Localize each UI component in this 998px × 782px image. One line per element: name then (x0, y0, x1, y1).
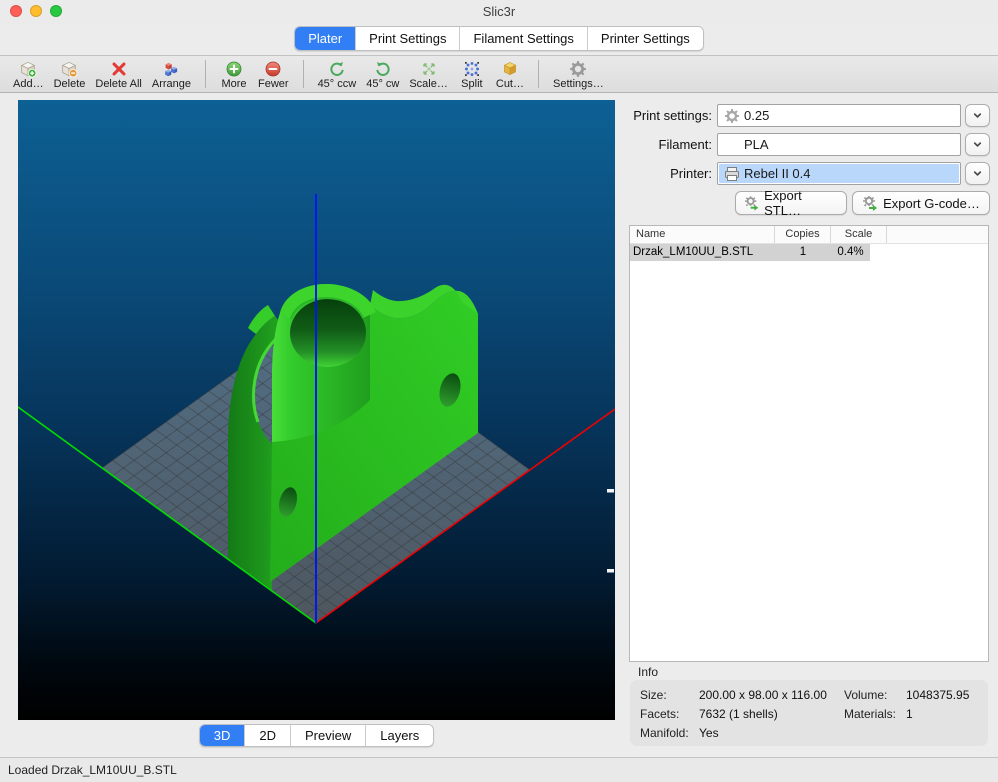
object-scale: 0.4% (831, 244, 870, 261)
split-dots-icon (463, 60, 481, 78)
model-bore (290, 299, 366, 367)
volume-label: Volume: (844, 688, 887, 702)
export-gcode-button[interactable]: Export G-code… (852, 191, 990, 215)
delete-button[interactable]: Delete (49, 56, 91, 92)
print-settings-label: Print settings: (620, 104, 712, 128)
titlebar: Slic3r (0, 0, 998, 24)
printer-dropdown-button[interactable] (965, 162, 990, 185)
facets-value: 7632 (1 shells) (699, 707, 778, 721)
export-gear-icon (862, 195, 878, 211)
object-row[interactable]: Drzak_LM10UU_B.STL 1 0.4% (630, 244, 870, 261)
materials-value: 1 (906, 707, 913, 721)
chevron-down-icon (971, 138, 984, 151)
tab-layers[interactable]: Layers (365, 725, 433, 746)
object-list-header: Name Copies Scale (630, 226, 988, 244)
volume-value: 1048375.95 (906, 688, 969, 702)
gear-icon (569, 60, 587, 78)
filament-dropdown-button[interactable] (965, 133, 990, 156)
fewer-button[interactable]: Fewer (253, 56, 294, 92)
rotate-cw-button[interactable]: 45° cw (361, 56, 404, 92)
toolbar: Add… Delete Delete All Arrange (0, 55, 998, 93)
info-box: Size: 200.00 x 98.00 x 116.00 Volume: 10… (630, 680, 988, 746)
size-label: Size: (640, 688, 667, 702)
print-settings-dropdown-button[interactable] (965, 104, 990, 127)
rotate-ccw-button[interactable]: 45° ccw (313, 56, 362, 92)
manifold-label: Manifold: (640, 726, 689, 740)
gear-icon (724, 108, 740, 124)
manifold-value: Yes (699, 726, 719, 740)
tab-filament-settings[interactable]: Filament Settings (459, 27, 586, 50)
facets-label: Facets: (640, 707, 679, 721)
split-button[interactable]: Split (453, 56, 491, 92)
side-panel: Print settings: 0.25 Filament: PLA Print… (620, 100, 998, 750)
tab-2d[interactable]: 2D (244, 725, 290, 746)
column-header-copies[interactable]: Copies (775, 226, 831, 243)
status-bar: Loaded Drzak_LM10UU_B.STL (0, 757, 998, 782)
column-header-name[interactable]: Name (630, 226, 775, 243)
filament-label: Filament: (620, 133, 712, 157)
filament-value: PLA (744, 137, 769, 152)
object-name: Drzak_LM10UU_B.STL (630, 244, 775, 261)
edge-mark-bottom (607, 569, 614, 573)
tab-plater[interactable]: Plater (295, 27, 355, 50)
tab-3d[interactable]: 3D (200, 725, 245, 746)
cut-cube-icon (501, 60, 519, 78)
chevron-down-icon (971, 167, 984, 180)
minus-circle-icon (264, 60, 282, 78)
object-copies: 1 (775, 244, 831, 261)
export-gear-icon (744, 195, 759, 211)
plus-circle-icon (225, 60, 243, 78)
printer-icon (724, 166, 740, 182)
more-button[interactable]: More (215, 56, 253, 92)
viewport-3d[interactable] (18, 100, 615, 720)
toolbar-separator (205, 60, 206, 88)
add-box-icon (19, 60, 37, 78)
print-settings-combo[interactable]: 0.25 (717, 104, 961, 127)
arrange-cubes-icon (162, 60, 180, 78)
chevron-down-icon (971, 109, 984, 122)
export-stl-button[interactable]: Export STL… (735, 191, 847, 215)
view-mode-bar: 3D 2D Preview Layers (18, 724, 615, 747)
printer-label: Printer: (620, 162, 712, 186)
column-header-scale[interactable]: Scale (831, 226, 887, 243)
size-value: 200.00 x 98.00 x 116.00 (699, 688, 827, 702)
settings-button[interactable]: Settings… (548, 56, 609, 92)
delete-all-button[interactable]: Delete All (90, 56, 146, 92)
cut-button[interactable]: Cut… (491, 56, 529, 92)
scale-arrows-icon (420, 60, 438, 78)
print-settings-value: 0.25 (744, 108, 769, 123)
delete-box-icon (60, 60, 78, 78)
edge-mark-top (607, 489, 614, 493)
window-title: Slic3r (0, 4, 998, 19)
printer-value: Rebel II 0.4 (744, 166, 811, 181)
scale-button[interactable]: Scale… (404, 56, 453, 92)
add-button[interactable]: Add… (8, 56, 49, 92)
main-tab-bar: Plater Print Settings Filament Settings … (0, 26, 998, 51)
rotate-ccw-icon (328, 60, 346, 78)
status-text: Loaded Drzak_LM10UU_B.STL (8, 763, 177, 777)
object-list: Name Copies Scale Drzak_LM10UU_B.STL 1 0… (629, 225, 989, 662)
red-x-icon (110, 60, 128, 78)
toolbar-separator (538, 60, 539, 88)
tab-preview[interactable]: Preview (290, 725, 365, 746)
tab-printer-settings[interactable]: Printer Settings (587, 27, 703, 50)
arrange-button[interactable]: Arrange (147, 56, 196, 92)
materials-label: Materials: (844, 707, 896, 721)
tab-print-settings[interactable]: Print Settings (355, 27, 459, 50)
rotate-cw-icon (374, 60, 392, 78)
toolbar-separator (303, 60, 304, 88)
filament-combo[interactable]: PLA (717, 133, 961, 156)
printer-combo[interactable]: Rebel II 0.4 (717, 162, 961, 185)
info-title: Info (638, 665, 658, 679)
